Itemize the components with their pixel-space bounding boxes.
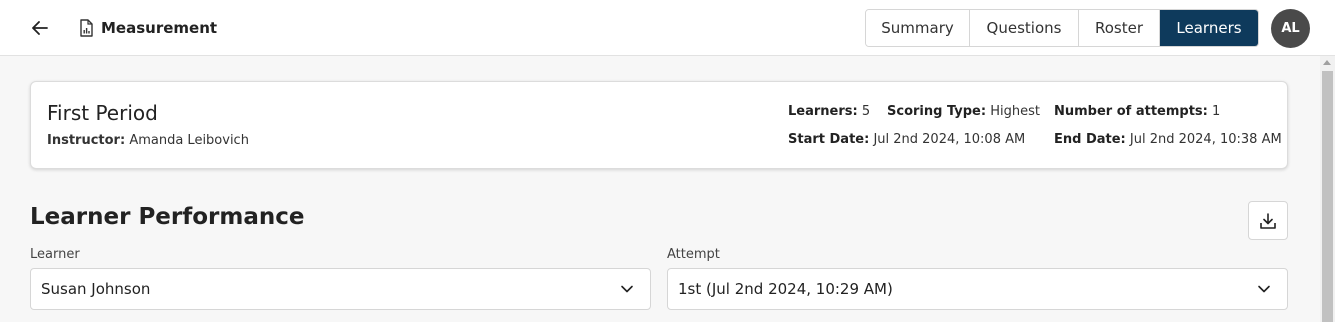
start-date: Start Date: Jul 2nd 2024, 10:08 AM: [788, 132, 1025, 147]
chart-document-icon: [79, 19, 93, 37]
back-button[interactable]: [28, 16, 52, 40]
top-bar: Measurement Summary Questions Roster Lea…: [0, 0, 1335, 56]
class-name: First Period: [47, 101, 158, 125]
learner-label: Learner: [30, 247, 80, 262]
arrow-left-icon: [32, 21, 48, 35]
instructor-label: Instructor:: [47, 133, 126, 148]
end-date-label: End Date:: [1054, 132, 1126, 147]
learner-select[interactable]: Susan Johnson: [30, 268, 651, 310]
start-date-value: Jul 2nd 2024, 10:08 AM: [873, 132, 1026, 147]
class-info-card: First Period Instructor: Amanda Leibovic…: [30, 81, 1288, 169]
end-date-value: Jul 2nd 2024, 10:38 AM: [1129, 132, 1282, 147]
download-icon: [1260, 212, 1276, 229]
number-of-attempts: Number of attempts: 1: [1054, 104, 1220, 119]
attempts-value: 1: [1212, 104, 1221, 119]
scrollbar-thumb[interactable]: [1322, 71, 1333, 322]
section-title: Learner Performance: [30, 204, 305, 230]
scoring-type: Scoring Type: Highest: [887, 104, 1040, 119]
end-date: End Date: Jul 2nd 2024, 10:38 AM: [1054, 132, 1282, 147]
scoring-type-label: Scoring Type:: [887, 104, 987, 119]
chevron-down-icon: [1258, 285, 1270, 293]
page-title: Measurement: [101, 19, 218, 37]
attempts-label: Number of attempts:: [1054, 104, 1208, 119]
chevron-down-icon: [621, 285, 633, 293]
learners-count: Learners: 5: [788, 104, 870, 119]
attempt-select[interactable]: 1st (Jul 2nd 2024, 10:29 AM): [667, 268, 1288, 310]
learner-select-value: Susan Johnson: [41, 280, 151, 298]
start-date-label: Start Date:: [788, 132, 870, 147]
tab-learners[interactable]: Learners: [1160, 10, 1258, 46]
download-button[interactable]: [1248, 201, 1288, 240]
tab-summary[interactable]: Summary: [866, 10, 970, 46]
tab-questions[interactable]: Questions: [970, 10, 1079, 46]
page-heading: Measurement: [79, 18, 217, 38]
view-tabs: Summary Questions Roster Learners: [865, 9, 1259, 47]
instructor-name: Amanda Leibovich: [129, 133, 249, 148]
attempt-select-value: 1st (Jul 2nd 2024, 10:29 AM): [678, 280, 893, 298]
avatar[interactable]: AL: [1271, 9, 1310, 48]
learners-value: 5: [861, 104, 871, 119]
learners-label: Learners:: [788, 104, 858, 119]
attempt-label: Attempt: [667, 247, 720, 262]
scroll-up-arrow-icon[interactable]: [1323, 60, 1331, 65]
tab-roster[interactable]: Roster: [1079, 10, 1160, 46]
scoring-type-value: Highest: [990, 104, 1040, 119]
page-scrollbar[interactable]: [1320, 56, 1335, 322]
instructor-line: Instructor: Amanda Leibovich: [47, 133, 249, 148]
